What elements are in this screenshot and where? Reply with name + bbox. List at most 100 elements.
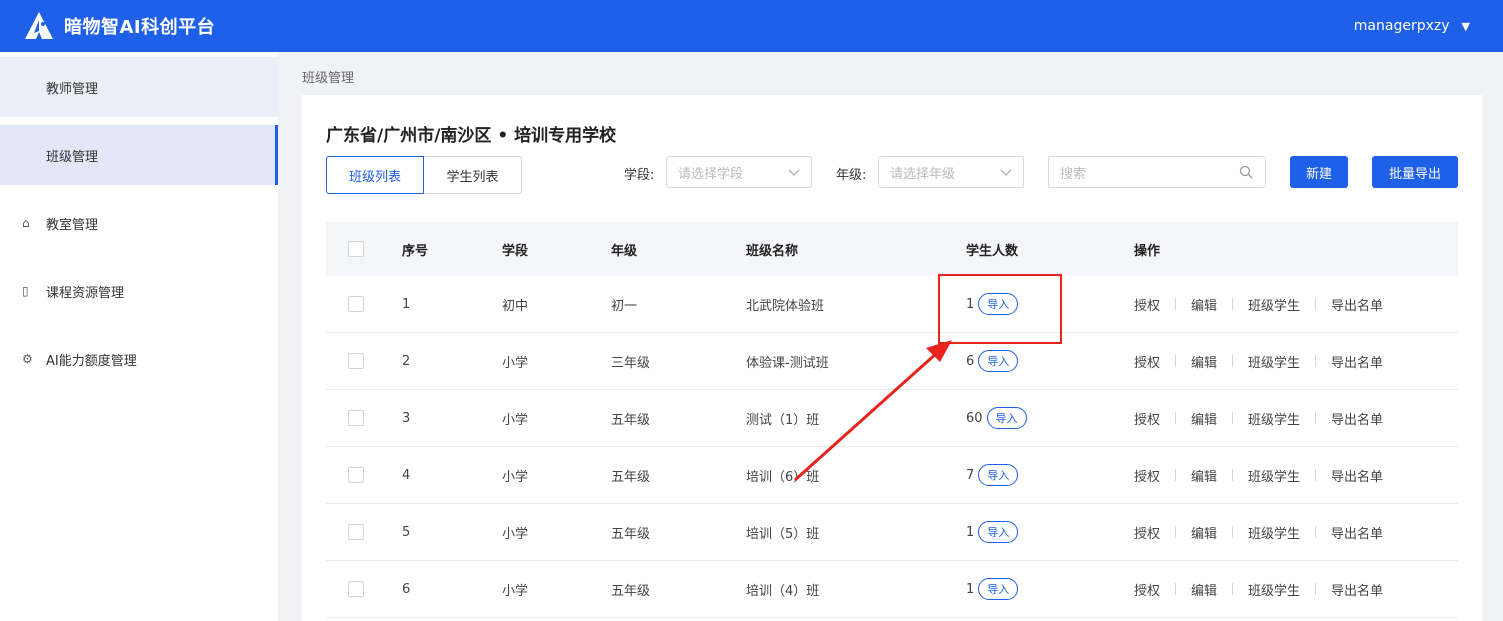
- row-operations: 授权 编辑 班级学生 导出名单: [1134, 390, 1383, 446]
- import-button[interactable]: 导入: [978, 464, 1019, 486]
- row-stage: 小学: [502, 469, 529, 485]
- import-button[interactable]: 导入: [986, 407, 1027, 429]
- class-students-link[interactable]: 班级学生: [1248, 580, 1300, 599]
- edit-link[interactable]: 编辑: [1191, 466, 1217, 485]
- stage-select[interactable]: 请选择学段: [666, 156, 812, 188]
- authorize-link[interactable]: 授权: [1134, 352, 1160, 371]
- export-list-link[interactable]: 导出名单: [1331, 580, 1383, 599]
- export-list-link[interactable]: 导出名单: [1331, 409, 1383, 428]
- divider: [1315, 526, 1317, 538]
- import-button[interactable]: 导入: [978, 350, 1019, 372]
- authorize-link[interactable]: 授权: [1134, 295, 1160, 314]
- row-grade: 五年级: [611, 469, 651, 485]
- authorize-link[interactable]: 授权: [1134, 523, 1160, 542]
- new-button[interactable]: 新建: [1290, 156, 1348, 188]
- sidebar-item-teacher-management[interactable]: 教师管理: [0, 57, 278, 117]
- row-checkbox[interactable]: [348, 524, 364, 540]
- grade-select[interactable]: 请选择年级: [878, 156, 1024, 188]
- row-checkbox[interactable]: [348, 467, 364, 483]
- export-list-link[interactable]: 导出名单: [1331, 352, 1383, 371]
- row-class-name: 体验课-测试班: [746, 355, 829, 371]
- row-student-count: 7 导入: [966, 447, 1019, 503]
- table-row: 3 小学 五年级 测试（1）班 60 导入 授权 编辑 班级学生 导出名单: [326, 390, 1458, 447]
- row-grade: 三年级: [611, 355, 651, 371]
- export-list-link[interactable]: 导出名单: [1331, 523, 1383, 542]
- authorize-link[interactable]: 授权: [1134, 409, 1160, 428]
- breadcrumb: 班级管理: [302, 71, 355, 86]
- sidebar-item-course-resources[interactable]: ▯ 课程资源管理: [0, 261, 278, 321]
- table-row: 5 小学 五年级 培训（5）班 1 导入 授权 编辑 班级学生 导出名单: [326, 504, 1458, 561]
- row-no: 1: [402, 296, 411, 312]
- row-student-count: 1 导入: [966, 561, 1019, 617]
- row-no: 3: [402, 410, 411, 426]
- user-menu[interactable]: managerpxzy ▼: [1354, 0, 1470, 52]
- sidebar-item-ai-quota[interactable]: ⚙ AI能力额度管理: [0, 329, 278, 389]
- student-count-value: 7: [966, 467, 975, 483]
- student-count-value: 1: [966, 581, 975, 597]
- authorize-link[interactable]: 授权: [1134, 580, 1160, 599]
- annotation-highlight-box: [938, 274, 1062, 344]
- student-count-value: 60: [966, 410, 983, 426]
- row-stage: 初中: [502, 298, 529, 314]
- search-placeholder: 搜索: [1060, 166, 1087, 182]
- row-grade: 五年级: [611, 583, 651, 599]
- row-student-count: 1 导入: [966, 504, 1019, 560]
- divider: [1315, 355, 1317, 367]
- sidebar-item-class-management[interactable]: 班级管理: [0, 125, 278, 185]
- logo-icon: [25, 12, 53, 39]
- main-panel: 广东省/广州市/南沙区 • 培训专用学校 班级列表 学生列表 学段: 请选择学段…: [302, 95, 1482, 621]
- import-button[interactable]: 导入: [978, 578, 1019, 600]
- sidebar-item-label: 教室管理: [46, 217, 99, 233]
- export-list-link[interactable]: 导出名单: [1331, 466, 1383, 485]
- row-stage: 小学: [502, 355, 529, 371]
- tab-student-list[interactable]: 学生列表: [424, 156, 522, 194]
- class-students-link[interactable]: 班级学生: [1248, 466, 1300, 485]
- select-all-checkbox[interactable]: [348, 241, 364, 257]
- divider: [1175, 298, 1177, 310]
- sidebar-item-classroom-management[interactable]: ⌂ 教室管理: [0, 193, 278, 253]
- class-students-link[interactable]: 班级学生: [1248, 352, 1300, 371]
- row-operations: 授权 编辑 班级学生 导出名单: [1134, 561, 1383, 617]
- row-class-name: 培训（4）班: [746, 583, 820, 599]
- app-logo[interactable]: 暗物智AI科创平台: [22, 10, 215, 42]
- caret-down-icon: ▼: [1461, 19, 1470, 33]
- sidebar-item-label: 班级管理: [46, 149, 99, 165]
- divider: [1175, 469, 1177, 481]
- class-students-link[interactable]: 班级学生: [1248, 295, 1300, 314]
- home-icon: ⌂: [22, 216, 30, 230]
- row-operations: 授权 编辑 班级学生 导出名单: [1134, 276, 1383, 332]
- authorize-link[interactable]: 授权: [1134, 466, 1160, 485]
- row-checkbox[interactable]: [348, 353, 364, 369]
- book-icon: ▯: [22, 284, 29, 298]
- sidebar-item-label: 教师管理: [46, 81, 99, 97]
- batch-export-button[interactable]: 批量导出: [1372, 156, 1458, 188]
- table-row: 6 小学 五年级 培训（4）班 1 导入 授权 编辑 班级学生 导出名单: [326, 561, 1458, 618]
- edit-link[interactable]: 编辑: [1191, 352, 1217, 371]
- search-input[interactable]: 搜索: [1048, 156, 1266, 188]
- row-class-name: 测试（1）班: [746, 412, 820, 428]
- row-checkbox[interactable]: [348, 581, 364, 597]
- edit-link[interactable]: 编辑: [1191, 580, 1217, 599]
- header-grade: 年级: [611, 243, 638, 259]
- divider: [1175, 526, 1177, 538]
- export-list-link[interactable]: 导出名单: [1331, 295, 1383, 314]
- import-button[interactable]: 导入: [978, 521, 1019, 543]
- row-no: 6: [402, 581, 411, 597]
- row-class-name: 培训（5）班: [746, 526, 820, 542]
- row-checkbox[interactable]: [348, 296, 364, 312]
- class-students-link[interactable]: 班级学生: [1248, 409, 1300, 428]
- divider: [1232, 355, 1234, 367]
- class-students-link[interactable]: 班级学生: [1248, 523, 1300, 542]
- divider: [1175, 355, 1177, 367]
- grade-select-placeholder: 请选择年级: [890, 166, 956, 182]
- school-title: 广东省/广州市/南沙区 • 培训专用学校: [326, 126, 617, 146]
- divider: [1232, 298, 1234, 310]
- edit-link[interactable]: 编辑: [1191, 295, 1217, 314]
- row-checkbox[interactable]: [348, 410, 364, 426]
- edit-link[interactable]: 编辑: [1191, 409, 1217, 428]
- edit-link[interactable]: 编辑: [1191, 523, 1217, 542]
- row-stage: 小学: [502, 583, 529, 599]
- class-table: 序号 学段 年级 班级名称 学生人数 操作 1 初中 初一 北武院体验班 1 导入…: [326, 222, 1458, 618]
- grade-filter-label: 年级:: [836, 168, 867, 183]
- tab-class-list[interactable]: 班级列表: [326, 156, 424, 194]
